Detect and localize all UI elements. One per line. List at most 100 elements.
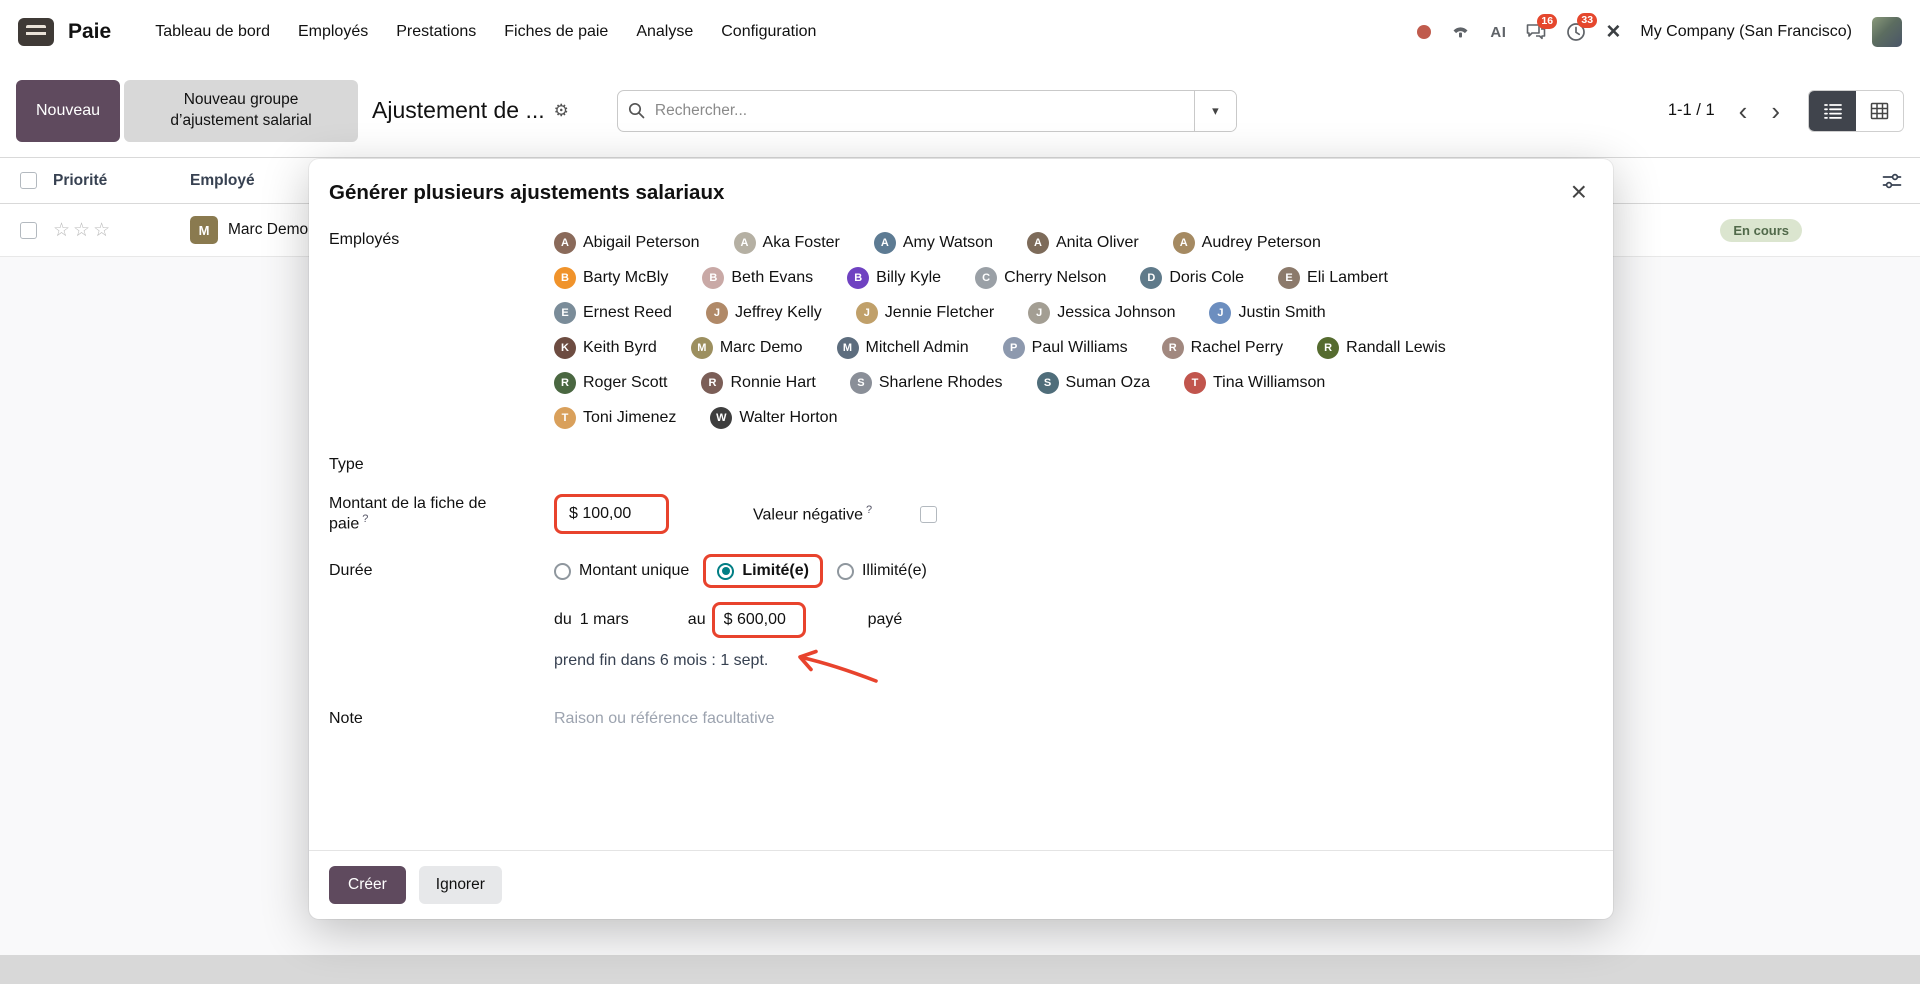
amount-label: Montant de la fiche de paie?: [329, 495, 554, 533]
employee-avatar: M: [190, 216, 218, 244]
employee-avatar: A: [554, 232, 576, 254]
paid-label: payé: [868, 611, 903, 629]
employee-tag[interactable]: DDoris Cole: [1140, 266, 1244, 290]
voip-phone-icon[interactable]: [1451, 23, 1470, 42]
breadcrumb-title[interactable]: Ajustement de ...: [372, 97, 545, 124]
total-amount-input[interactable]: [724, 611, 794, 629]
star-icon[interactable]: ☆: [93, 221, 110, 240]
amount-help-icon[interactable]: ?: [362, 513, 368, 525]
employee-avatar: M: [691, 337, 713, 359]
employee-tag[interactable]: EEli Lambert: [1278, 266, 1388, 290]
discard-button[interactable]: Ignorer: [419, 866, 502, 904]
employee-tag[interactable]: JJustin Smith: [1209, 301, 1325, 325]
modal-body: Employés AAbigail Peterson AAka Foster AAm…: [309, 215, 1613, 850]
pager: 1-1 / 1 ‹ ›: [1668, 98, 1790, 124]
negative-help-icon[interactable]: ?: [866, 504, 872, 516]
search-dropdown-toggle[interactable]: ▾: [1194, 91, 1236, 131]
status-badge[interactable]: En cours: [1720, 219, 1802, 242]
duration-field-row: Durée Montant unique Limité(e) Illimité(…: [329, 554, 1593, 588]
nav-item-analyse[interactable]: Analyse: [624, 15, 705, 49]
employee-tag[interactable]: RRonnie Hart: [701, 371, 815, 395]
presence-dot-icon[interactable]: [1417, 25, 1431, 39]
employee-tag[interactable]: MMarc Demo: [691, 336, 803, 360]
employee-tag[interactable]: BBeth Evans: [702, 266, 813, 290]
employee-name: Justin Smith: [1238, 304, 1325, 322]
radio-checked-icon: [717, 563, 734, 580]
employee-avatar: K: [554, 337, 576, 359]
employee-tag[interactable]: JJessica Johnson: [1028, 301, 1175, 325]
app-name[interactable]: Paie: [68, 20, 111, 44]
employee-tag[interactable]: TTina Williamson: [1184, 371, 1325, 395]
negative-checkbox[interactable]: [920, 506, 937, 523]
select-all-checkbox[interactable]: [20, 172, 37, 189]
employee-tag[interactable]: KKeith Byrd: [554, 336, 657, 360]
employee-tag[interactable]: BBilly Kyle: [847, 266, 941, 290]
ai-icon[interactable]: AI: [1490, 24, 1506, 41]
row-employee-name[interactable]: Marc Demo: [228, 221, 308, 239]
employee-tag[interactable]: WWalter Horton: [710, 406, 837, 430]
employee-tag[interactable]: RRandall Lewis: [1317, 336, 1446, 360]
employees-label: Employés: [329, 231, 554, 249]
employee-avatar: B: [847, 267, 869, 289]
employee-tag[interactable]: AAbigail Peterson: [554, 231, 700, 255]
employee-tag[interactable]: CCherry Nelson: [975, 266, 1106, 290]
end-note-text: prend fin dans 6 mois : 1 sept.: [554, 652, 768, 670]
star-icon[interactable]: ☆: [53, 221, 70, 240]
employee-avatar: E: [1278, 267, 1300, 289]
adjust-columns-icon[interactable]: [1882, 172, 1902, 190]
note-input[interactable]: [554, 710, 984, 728]
employee-tag[interactable]: BBarty McBly: [554, 266, 668, 290]
employee-tag[interactable]: AAka Foster: [734, 231, 840, 255]
column-header-priorite[interactable]: Priorité: [53, 172, 190, 190]
nav-item-employ-s[interactable]: Employés: [286, 15, 380, 49]
company-name[interactable]: My Company (San Francisco): [1640, 23, 1852, 41]
employee-tag[interactable]: SSuman Oza: [1037, 371, 1150, 395]
employee-tag[interactable]: RRachel Perry: [1162, 336, 1283, 360]
modal-title: Générer plusieurs ajustements salariaux: [329, 181, 724, 205]
apps-menu-icon[interactable]: [18, 18, 54, 46]
employee-tag[interactable]: EErnest Reed: [554, 301, 672, 325]
new-button[interactable]: Nouveau: [16, 80, 120, 142]
user-avatar[interactable]: [1872, 17, 1902, 47]
tools-icon[interactable]: ×: [1606, 20, 1620, 44]
amount-input[interactable]: [569, 505, 654, 523]
duration-option-limited[interactable]: Limité(e): [717, 562, 809, 580]
row-checkbox[interactable]: [20, 222, 37, 239]
search-input[interactable]: [655, 102, 1194, 120]
start-date-input[interactable]: [580, 611, 688, 629]
pager-previous-button[interactable]: ‹: [1729, 98, 1758, 124]
employee-tag[interactable]: RRoger Scott: [554, 371, 667, 395]
employee-tag[interactable]: SSharlene Rhodes: [850, 371, 1003, 395]
nav-item-configuration[interactable]: Configuration: [709, 15, 828, 49]
nav-item-prestations[interactable]: Prestations: [384, 15, 488, 49]
employee-name: Mitchell Admin: [866, 339, 969, 357]
employee-tag[interactable]: JJennie Fletcher: [856, 301, 994, 325]
create-button[interactable]: Créer: [329, 866, 406, 904]
star-icon[interactable]: ☆: [73, 221, 90, 240]
employee-tag[interactable]: MMitchell Admin: [837, 336, 969, 360]
close-icon[interactable]: ×: [1571, 181, 1587, 203]
list-view-button[interactable]: [1809, 91, 1856, 131]
employee-name: Suman Oza: [1066, 374, 1150, 392]
control-panel: Nouveau Nouveau groupe d’ajustement sala…: [0, 64, 1920, 157]
employee-tag[interactable]: AAudrey Peterson: [1173, 231, 1321, 255]
employee-tag[interactable]: AAmy Watson: [874, 231, 993, 255]
messages-icon[interactable]: 16: [1526, 23, 1546, 41]
generate-adjustments-modal: Générer plusieurs ajustements salariaux …: [309, 159, 1613, 919]
new-group-adjustment-button[interactable]: Nouveau groupe d’ajustement salarial: [124, 80, 358, 142]
duration-option-one-time[interactable]: Montant unique: [554, 562, 689, 580]
settings-gear-icon[interactable]: ⚙: [554, 101, 569, 121]
employee-tag[interactable]: AAnita Oliver: [1027, 231, 1139, 255]
employee-tag[interactable]: TToni Jimenez: [554, 406, 676, 430]
grid-view-button[interactable]: [1856, 91, 1903, 131]
duration-option-label: Illimité(e): [862, 562, 927, 580]
nav-item-tableau-de-bord[interactable]: Tableau de bord: [143, 15, 282, 49]
employee-avatar: A: [734, 232, 756, 254]
pager-next-button[interactable]: ›: [1761, 98, 1790, 124]
duration-option-unlimited[interactable]: Illimité(e): [837, 562, 927, 580]
employee-tag[interactable]: PPaul Williams: [1003, 336, 1128, 360]
employee-name: Barty McBly: [583, 269, 668, 287]
nav-item-fiches-de-paie[interactable]: Fiches de paie: [492, 15, 620, 49]
activities-clock-icon[interactable]: 33: [1566, 22, 1586, 42]
employee-tag[interactable]: JJeffrey Kelly: [706, 301, 822, 325]
